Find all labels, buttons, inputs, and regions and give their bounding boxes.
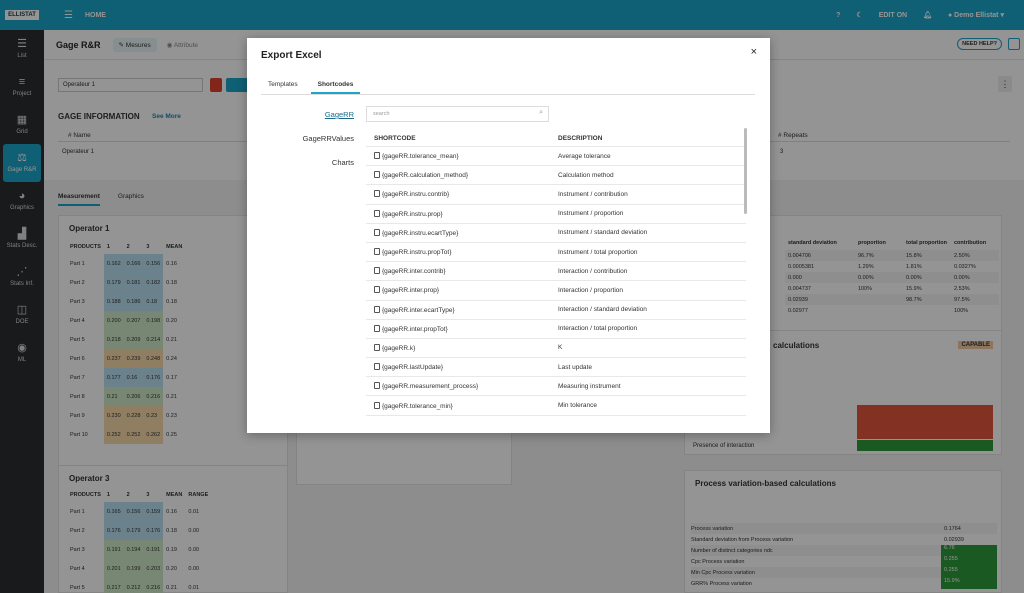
shortcode-row[interactable]: {gageRR.k} K <box>366 339 746 359</box>
copy-icon[interactable] <box>374 401 380 409</box>
description-cell: Instrument / standard deviation <box>558 229 648 237</box>
shortcode-row[interactable]: {gageRR.inter.ecartType} Interaction / st… <box>366 301 746 320</box>
shortcode-cell: {gageRR.tolerance_mean} <box>366 152 558 160</box>
app: ELLISTAT ☰ HOME ? ☾ EDIT ON 🔔︎ ● Demo El… <box>0 0 1024 593</box>
shortcode-cell: {gageRR.instru.contrib} <box>366 190 558 198</box>
search-icon: ⌕ <box>539 109 543 116</box>
shortcode-cell: {gageRR.measurement_process} <box>366 382 558 390</box>
shortcode-text: {gageRR.tolerance_min} <box>382 402 453 410</box>
shortcode-text: {gageRR.lastUpdate} <box>382 364 444 372</box>
shortcode-cell: {gageRR.lastUpdate} <box>366 363 558 371</box>
copy-icon[interactable] <box>374 171 380 179</box>
copy-icon[interactable] <box>374 343 380 351</box>
shortcode-row[interactable]: {gageRR.inter.propTot} Interaction / tota… <box>366 320 746 339</box>
shortcode-cell: {gageRR.inter.propTot} <box>366 324 558 333</box>
shortcode-row[interactable]: {gageRR.tolerance_mean} Average tolerance <box>366 147 746 167</box>
shortcode-cell: {gageRR.instru.prop} <box>366 209 558 218</box>
shortcode-text: {gageRR.k} <box>382 344 416 352</box>
shortcode-text: {gageRR.inter.prop} <box>382 287 440 295</box>
shortcode-text: {gageRR.instru.prop} <box>382 210 443 218</box>
copy-icon[interactable] <box>374 209 380 217</box>
copy-icon[interactable] <box>374 324 380 332</box>
description-cell: Min tolerance <box>558 402 598 410</box>
shortcode-text: {gageRR.inter.contrib} <box>382 268 446 276</box>
copy-icon[interactable] <box>374 305 380 313</box>
copy-icon[interactable] <box>374 190 380 198</box>
shortcode-text: {gageRR.inter.ecartType} <box>382 306 455 314</box>
scrollbar[interactable] <box>744 128 747 214</box>
shortcode-cell: {gageRR.tolerance_min} <box>366 401 558 410</box>
shortcode-cell: {gageRR.inter.contrib} <box>366 267 558 275</box>
copy-icon[interactable] <box>374 286 380 294</box>
description-cell: Interaction / standard deviation <box>558 306 647 314</box>
shortcode-row[interactable]: {gageRR.calculation_method} Calculation m… <box>366 166 746 186</box>
shortcode-text: {gageRR.instru.propTot} <box>382 249 452 257</box>
shortcode-row[interactable]: {gageRR.instru.contrib} Instrument / cont… <box>366 185 746 205</box>
copy-icon[interactable] <box>374 152 380 160</box>
shortcode-row[interactable]: {gageRR.instru.ecartType} Instrument / st… <box>366 224 746 243</box>
description-cell: Measuring instrument <box>558 382 621 390</box>
shortcode-row[interactable]: {gageRR.measurement_process} Measuring in… <box>366 377 746 397</box>
description-cell: Interaction / contribution <box>558 267 628 275</box>
shortcode-row[interactable]: {gageRR.lastUpdate} Last update <box>366 358 746 378</box>
shortcode-text: {gageRR.instru.ecartType} <box>382 229 459 237</box>
copy-icon[interactable] <box>374 363 380 371</box>
close-icon[interactable]: × <box>751 46 757 58</box>
category-charts[interactable]: Charts <box>267 158 354 182</box>
category-gagerrvalues[interactable]: GageRRValues <box>267 134 354 158</box>
shortcode-text: {gageRR.inter.propTot} <box>382 325 448 333</box>
category-gagerr[interactable]: GageRR <box>267 110 354 134</box>
shortcode-table-header: SHORTCODE DESCRIPTION <box>366 130 746 147</box>
shortcode-text: {gageRR.tolerance_mean} <box>382 153 459 161</box>
search-input[interactable]: search ⌕ <box>366 106 549 122</box>
shortcode-row[interactable]: {gageRR.instru.propTot} Instrument / tota… <box>366 243 746 263</box>
description-cell: Interaction / total proportion <box>558 325 638 333</box>
shortcode-text: {gageRR.measurement_process} <box>382 383 479 391</box>
shortcode-row[interactable]: {gageRR.inter.contrib} Interaction / cont… <box>366 262 746 282</box>
shortcode-row[interactable]: {gageRR.instru.prop} Instrument / proport… <box>366 205 746 224</box>
tab-shortcodes[interactable]: Shortcodes <box>310 78 361 94</box>
shortcode-cell: {gageRR.instru.ecartType} <box>366 228 558 237</box>
shortcode-text: {gageRR.calculation_method} <box>382 172 469 180</box>
col-shortcode: SHORTCODE <box>374 134 416 142</box>
export-excel-modal: Export Excel × Templates Shortcodes Gage… <box>247 38 770 433</box>
shortcode-categories: GageRR GageRRValues Charts <box>267 110 354 182</box>
description-cell: Instrument / proportion <box>558 210 624 218</box>
shortcode-cell: {gageRR.calculation_method} <box>366 171 558 179</box>
modal-tabs: Templates Shortcodes <box>261 78 755 95</box>
description-cell: Instrument / contribution <box>558 190 628 198</box>
shortcode-cell: {gageRR.inter.prop} <box>366 286 558 294</box>
description-cell: Instrument / total proportion <box>558 248 638 256</box>
copy-icon[interactable] <box>374 382 380 390</box>
description-cell: Interaction / proportion <box>558 286 624 294</box>
copy-icon[interactable] <box>374 267 380 275</box>
shortcode-row[interactable]: {gageRR.inter.prop} Interaction / proport… <box>366 281 746 301</box>
modal-title: Export Excel <box>261 50 322 61</box>
shortcode-row[interactable]: {gageRR.tolerance_min} Min tolerance <box>366 396 746 416</box>
copy-icon[interactable] <box>374 248 380 256</box>
copy-icon[interactable] <box>374 228 380 236</box>
description-cell: Last update <box>558 363 592 371</box>
description-cell: K <box>558 344 563 352</box>
shortcode-cell: {gageRR.inter.ecartType} <box>366 305 558 314</box>
shortcode-text: {gageRR.instru.contrib} <box>382 191 450 199</box>
description-cell: Calculation method <box>558 171 614 179</box>
tab-templates[interactable]: Templates <box>261 78 305 94</box>
shortcode-cell: {gageRR.k} <box>366 343 558 352</box>
col-description: DESCRIPTION <box>558 134 603 142</box>
search-placeholder: search <box>373 111 390 117</box>
shortcode-cell: {gageRR.instru.propTot} <box>366 248 558 256</box>
shortcode-table: SHORTCODE DESCRIPTION {gageRR.tolerance_… <box>366 130 746 433</box>
description-cell: Average tolerance <box>558 152 611 160</box>
